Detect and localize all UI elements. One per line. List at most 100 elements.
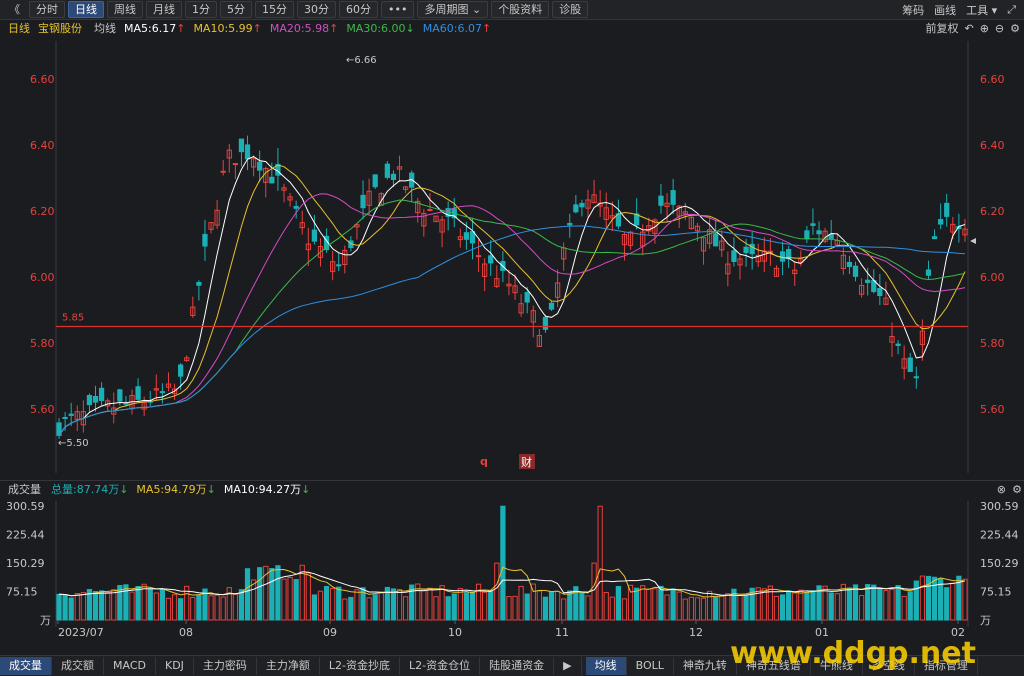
draw-button[interactable]: 画线 <box>934 2 956 18</box>
volume-bar-up <box>330 587 336 621</box>
diagnose-button[interactable]: 诊股 <box>552 1 589 18</box>
volume-bar-up <box>396 589 403 621</box>
volume-bar-up <box>609 596 615 621</box>
volume-bar-up <box>366 597 372 621</box>
volume-bar-up <box>111 589 117 621</box>
settings-icon[interactable]: ⚙ <box>1012 483 1022 496</box>
candle-down <box>573 204 579 213</box>
tab-monthly[interactable]: 月线 <box>146 1 182 18</box>
tab-l2-position[interactable]: L2-资金仓位 <box>400 657 481 675</box>
zoom-out-icon[interactable]: ⊖ <box>995 22 1004 35</box>
high-label: ←6.66 <box>346 55 377 66</box>
tab-long-short[interactable]: 多空线 <box>863 657 915 675</box>
candle-down <box>159 391 166 394</box>
volume-bar-down <box>871 584 877 621</box>
tab-magic-five[interactable]: 神奇五线谱 <box>737 657 811 675</box>
candle-down <box>579 202 585 208</box>
volume-bar-up <box>950 582 956 621</box>
zoom-in-icon[interactable]: ⊕ <box>980 22 989 35</box>
volume-bar-up <box>621 598 628 621</box>
volume-bar-down <box>579 592 585 621</box>
volume-tick-right: 300.59 <box>980 500 1019 513</box>
tab-1min[interactable]: 1分 <box>185 1 217 18</box>
volume-bar-up <box>858 595 865 621</box>
volume-bar-down <box>56 593 62 621</box>
volume-bar-up <box>725 593 731 621</box>
back-button[interactable]: 《 <box>3 2 26 17</box>
volume-bar-up <box>378 592 384 621</box>
candle-down <box>98 387 105 401</box>
candle-down <box>117 389 123 402</box>
volume-bar-down <box>713 596 719 621</box>
ma5-value: MA5:6.17 <box>124 21 177 35</box>
volume-bar-up <box>171 594 178 621</box>
close-icon[interactable]: ⊗ <box>997 483 1006 496</box>
settings-icon[interactable]: ⚙ <box>1010 22 1020 35</box>
tab-indicator-manage[interactable]: 指标管理 <box>915 657 978 675</box>
tab-bull-bear[interactable]: 牛熊线 <box>811 657 863 675</box>
tab-volume[interactable]: 成交量 <box>0 657 52 675</box>
candle-down <box>713 233 719 247</box>
undo-icon[interactable]: ↶ <box>964 22 973 35</box>
candle-down <box>670 190 676 205</box>
tab-kdj[interactable]: KDJ <box>156 657 194 675</box>
volume-bar-down <box>147 588 153 621</box>
volume-bar-up <box>798 589 804 621</box>
tab-boll[interactable]: BOLL <box>627 657 674 675</box>
candle-down <box>336 264 342 267</box>
candle-down <box>86 394 93 406</box>
volume-bar-up <box>457 588 463 621</box>
tab-intraday[interactable]: 分时 <box>29 1 65 18</box>
volume-bar-down <box>463 592 470 621</box>
volume-bar-down <box>488 590 494 621</box>
adjust-mode[interactable]: 前复权 <box>925 20 958 36</box>
candle-down <box>202 233 208 247</box>
volume-bar-up <box>719 595 725 621</box>
volume-bar-down <box>372 594 378 621</box>
volume-title: 成交量 <box>8 483 41 496</box>
multi-period-dropdown[interactable]: 多周期图 ⌄ <box>417 1 489 18</box>
tab-weekly[interactable]: 周线 <box>107 1 143 18</box>
tab-main-force-code[interactable]: 主力密码 <box>194 657 257 675</box>
more-periods-button[interactable]: ••• <box>381 1 415 18</box>
tab-ma[interactable]: 均线 <box>585 657 627 675</box>
tools-button[interactable]: 工具 ▾ <box>966 2 997 18</box>
candle-down <box>293 206 299 209</box>
event-marker-q: q <box>480 455 488 468</box>
tab-turnover[interactable]: 成交额 <box>52 657 104 675</box>
tab-macd[interactable]: MACD <box>104 657 156 675</box>
tab-northbound[interactable]: 陆股通资金 <box>480 657 555 675</box>
toolbar-right: 筹码 画线 工具 ▾ ⤢ <box>902 0 1024 19</box>
tab-30min[interactable]: 30分 <box>297 1 336 18</box>
chip-button[interactable]: 筹码 <box>902 2 924 18</box>
tab-daily[interactable]: 日线 <box>68 1 104 18</box>
period-toolbar: 《 分时 日线 周线 月线 1分 5分 15分 30分 60分 ••• 多周期图… <box>0 0 1024 20</box>
candlestick-chart[interactable]: 6.60 6.60 6.40 6.40 6.20 6.20 6.00 6.00 5.80 5.80… <box>0 37 1024 477</box>
volume-bar-up <box>664 594 670 621</box>
tab-5min[interactable]: 5分 <box>220 1 252 18</box>
tab-main-force-net[interactable]: 主力净额 <box>257 657 320 675</box>
tab-60min[interactable]: 60分 <box>339 1 378 18</box>
volume-total: 总量:87.74万 <box>51 483 120 496</box>
chevron-right-icon[interactable]: ▶ <box>554 657 582 675</box>
volume-bar-up <box>232 593 238 621</box>
volume-bar-down <box>390 588 397 621</box>
tab-15min[interactable]: 15分 <box>255 1 294 18</box>
tab-l2-bottom[interactable]: L2-资金抄底 <box>320 657 401 675</box>
volume-bar-up <box>561 598 567 621</box>
candle-down <box>135 386 141 400</box>
x-axis-label: 01 <box>815 626 829 639</box>
volume-bar-down <box>135 586 141 621</box>
volume-bar-down <box>469 591 476 621</box>
tab-magic-nine[interactable]: 神奇九转 <box>674 657 737 675</box>
period-label: 日线 <box>8 22 30 35</box>
volume-bar-up <box>919 575 926 621</box>
volume-bar-up <box>640 585 646 621</box>
volume-chart[interactable]: 300.59 300.59 225.44 225.44 150.29 150.29 75.1… <box>0 497 1024 639</box>
ma10-value: MA10:5.99 <box>193 21 253 35</box>
stock-profile-button[interactable]: 个股资料 <box>491 1 550 18</box>
expand-icon[interactable]: ⤢ <box>1007 3 1016 17</box>
volume-bar-up <box>706 590 713 621</box>
y-tick-label-left: 5.80 <box>30 337 55 350</box>
candle-down <box>743 246 749 254</box>
